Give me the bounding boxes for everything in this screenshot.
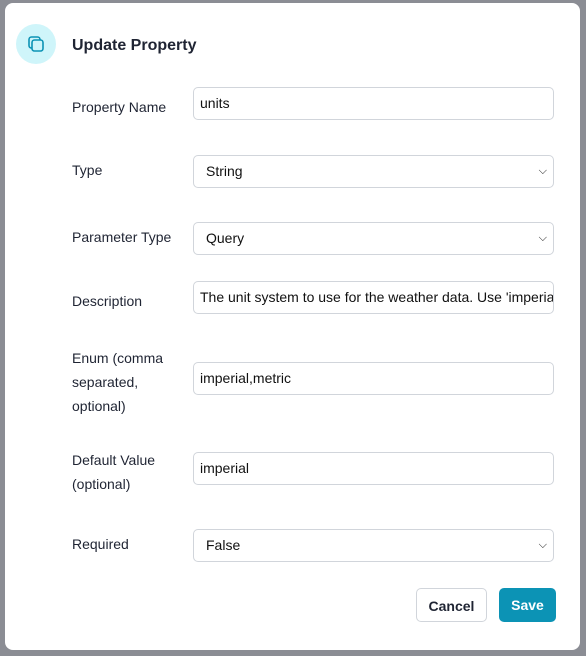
default-value-label: Default Value (optional) [72, 448, 155, 496]
enum-label-line: Enum (comma [72, 350, 164, 366]
property-name-label: Property Name [72, 99, 167, 115]
parameter-type-select[interactable]: Query ⌵ [193, 222, 554, 255]
required-label: Required [72, 536, 129, 552]
update-property-dialog: Update Property Property Name units Type… [5, 3, 580, 650]
parameter-type-label: Parameter Type [72, 229, 172, 245]
enum-label: Enum (comma separated, optional) [72, 346, 163, 418]
enum-input[interactable]: imperial,metric [193, 362, 554, 395]
save-button[interactable]: Save [499, 588, 556, 622]
required-value: False [206, 537, 241, 553]
chevron-down-icon: ⌵ [538, 539, 547, 551]
copy-icon [16, 24, 56, 64]
type-value: String [206, 163, 243, 179]
property-name-input[interactable]: units [193, 87, 554, 120]
default-value-input[interactable]: imperial [193, 452, 554, 485]
type-select[interactable]: String ⌵ [193, 155, 554, 188]
parameter-type-value: Query [206, 230, 245, 246]
default-value-label-line: Default Value [72, 452, 156, 468]
description-label: Description [72, 293, 143, 309]
enum-label-line: separated, [72, 374, 139, 390]
cancel-button[interactable]: Cancel [416, 588, 487, 622]
chevron-down-icon: ⌵ [538, 232, 547, 244]
enum-label-line: optional) [72, 398, 126, 414]
dialog-title: Update Property [72, 37, 197, 54]
default-value-label-line: (optional) [72, 476, 131, 492]
description-input[interactable]: The unit system to use for the weather d… [193, 281, 554, 314]
chevron-down-icon: ⌵ [538, 165, 547, 177]
required-select[interactable]: False ⌵ [193, 529, 554, 562]
type-label: Type [72, 162, 103, 178]
